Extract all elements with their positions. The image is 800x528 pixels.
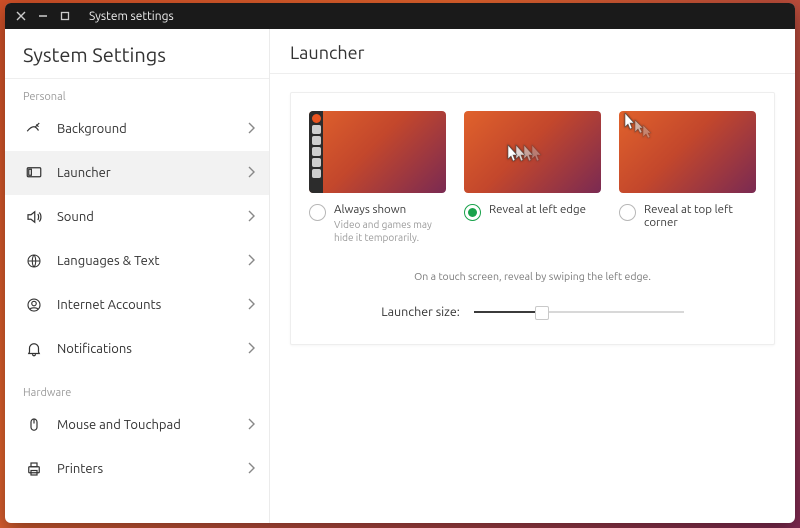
chevron-right-icon [247, 254, 255, 269]
mouse-icon [23, 416, 45, 434]
option-label: Reveal at top left corner [644, 203, 756, 229]
option-label: Always shown [334, 203, 446, 216]
sidebar-item-mouse[interactable]: Mouse and Touchpad [5, 403, 269, 447]
launcher-size-label: Launcher size: [381, 305, 460, 319]
launcher-settings-card: Always shown Video and games may hide it… [290, 92, 775, 345]
minimize-icon[interactable] [37, 10, 49, 22]
printer-icon [23, 460, 45, 478]
option-desc: Video and games may hide it temporarily. [334, 219, 446, 244]
chevron-right-icon [247, 122, 255, 137]
sidebar-item-label: Mouse and Touchpad [57, 418, 181, 432]
sidebar-item-printers[interactable]: Printers [5, 447, 269, 491]
titlebar: System settings [5, 3, 795, 29]
sidebar-item-notifications[interactable]: Notifications [5, 327, 269, 371]
thumbnail-always-shown [309, 111, 446, 193]
sidebar-item-accounts[interactable]: Internet Accounts [5, 283, 269, 327]
slider-handle[interactable] [535, 306, 549, 320]
touch-hint: On a touch screen, reveal by swiping the… [309, 270, 756, 282]
chevron-right-icon [247, 418, 255, 433]
settings-window: System settings System Settings Personal… [5, 3, 795, 523]
radio-always-shown[interactable] [309, 204, 326, 221]
page-title: Launcher [290, 43, 775, 63]
sidebar-title: System Settings [23, 43, 251, 66]
option-label: Reveal at left edge [489, 203, 586, 216]
slider-fill [474, 311, 541, 313]
chevron-right-icon [247, 462, 255, 477]
sidebar-item-label: Launcher [57, 166, 111, 180]
launcher-size-control: Launcher size: [309, 304, 756, 320]
sidebar-item-label: Internet Accounts [57, 298, 161, 312]
launcher-icon [23, 164, 45, 182]
radio-reveal-corner[interactable] [619, 204, 636, 221]
sidebar-item-background[interactable]: Background [5, 107, 269, 151]
globe-icon [23, 252, 45, 270]
background-icon [23, 120, 45, 138]
sidebar-item-launcher[interactable]: Launcher [5, 151, 269, 195]
maximize-icon[interactable] [59, 10, 71, 22]
window-title: System settings [89, 10, 174, 23]
radio-reveal-edge[interactable] [464, 204, 481, 221]
launcher-size-slider[interactable] [474, 304, 684, 320]
sidebar-item-label: Printers [57, 462, 103, 476]
option-always-shown[interactable]: Always shown Video and games may hide it… [309, 111, 446, 244]
chevron-right-icon [247, 298, 255, 313]
group-label-hardware: Hardware [23, 387, 251, 399]
close-icon[interactable] [15, 10, 27, 22]
sidebar-item-label: Sound [57, 210, 94, 224]
group-label-personal: Personal [23, 91, 251, 103]
main-panel: Launcher Always shown [270, 29, 795, 523]
sidebar-item-label: Notifications [57, 342, 132, 356]
sidebar-item-languages[interactable]: Languages & Text [5, 239, 269, 283]
option-reveal-corner[interactable]: Reveal at top left corner [619, 111, 756, 244]
sidebar-item-sound[interactable]: Sound [5, 195, 269, 239]
thumbnail-reveal-edge [464, 111, 601, 193]
thumbnail-reveal-corner [619, 111, 756, 193]
chevron-right-icon [247, 210, 255, 225]
sidebar: System Settings Personal Background Laun… [5, 29, 270, 523]
person-icon [23, 296, 45, 314]
chevron-right-icon [247, 342, 255, 357]
option-reveal-edge[interactable]: Reveal at left edge [464, 111, 601, 244]
sound-icon [23, 208, 45, 226]
sidebar-item-label: Background [57, 122, 127, 136]
sidebar-item-label: Languages & Text [57, 254, 160, 268]
chevron-right-icon [247, 166, 255, 181]
bell-icon [23, 340, 45, 358]
